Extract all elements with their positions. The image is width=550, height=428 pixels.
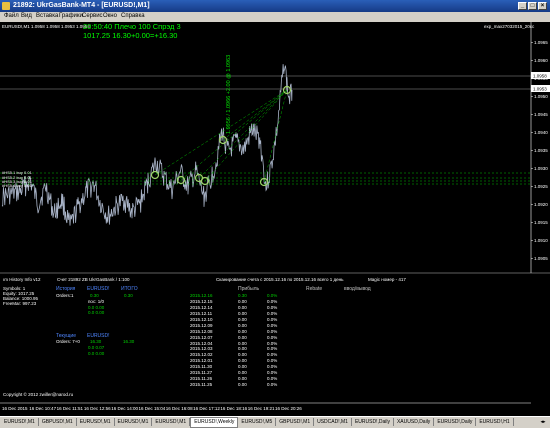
price-tick-label: 1.0935 [534, 148, 548, 153]
time-tick-label: 16 Dec 17:12 [193, 406, 220, 411]
history-orders-total: 0.30 [124, 293, 133, 298]
chart-header: EURUSD!,M1 1.0958 1.0958 1.0953 1.0953 [2, 24, 90, 29]
price-tick-label: 1.0925 [534, 184, 548, 189]
account-info: Счет 21892 ZB UkrGasBank / 1:100 [57, 277, 130, 282]
minimize-button[interactable]: _ [518, 2, 527, 10]
chart-tab[interactable]: EURUSD!,Daily [434, 418, 477, 426]
chart-tab[interactable]: EURUSD!,M1 [152, 418, 191, 426]
price-tick-label: 1.0940 [534, 130, 548, 135]
trade-link-4 [204, 89, 288, 182]
vertical-trade-label: 1.0956 / 1.0966 +2.00 @ 1.0963 [226, 55, 232, 134]
chart-tab[interactable]: EURUSD!,Daily [352, 418, 394, 426]
history-row-profit: 0.00 [238, 382, 247, 388]
price-tick-label: 1.0945 [534, 112, 548, 117]
current-orders-label: Orders: 7+0 [56, 339, 80, 344]
menu-view[interactable]: Вид [21, 13, 32, 19]
trade-link-6 [263, 89, 288, 183]
scan-info: Сканирование счета с 2015.12.16 по 2015.… [216, 277, 344, 282]
history-section-title: История [56, 286, 76, 292]
ask-price-label: 1.0953 [533, 87, 547, 92]
chart-tab[interactable]: EURUSD!,M1 [77, 418, 115, 426]
time-tick-label: 16 Dec 10:47 [29, 406, 56, 411]
history-symbol-header: EURUSD! [87, 286, 110, 292]
price-tick-label: 1.0965 [534, 40, 548, 45]
chart-tab[interactable]: USDCAD!,M1 [314, 418, 352, 426]
time-tick-label: 16 Dec 18:16 [220, 406, 247, 411]
free-margin-value: FreeMar: 997.23 [3, 301, 37, 306]
price-tick-label: 1.0905 [534, 256, 548, 261]
chart-tab[interactable]: XAUUSD,Daily [394, 418, 435, 426]
chart-tab[interactable]: EURUSD!,Weekly [190, 417, 239, 428]
history-sub-label: пос: 1/0 [88, 299, 104, 304]
time-axis: 16 Dec 2015 16 Dec 10:47 16 Dec 11:51 16 De… [2, 406, 302, 411]
spread-info: 20:50:40 Плечо 100 Спрэд 3 [83, 22, 181, 31]
time-tick-label: 16 Dec 2015 [2, 406, 28, 411]
trade-link-3 [198, 89, 288, 179]
profit-info: 1017.25 16.30+0.00=+16.30 [83, 31, 178, 40]
title-bar: 21892: UkrGasBank-MT4 - [EURUSD!,M1] _ □… [0, 0, 550, 12]
io-column-header: ввод/вывод [344, 286, 371, 292]
menu-tools[interactable]: Сервис [82, 13, 103, 19]
price-tick-label: 1.0920 [534, 202, 548, 207]
window-title: 21892: UkrGasBank-MT4 - [EURUSD!,M1] [13, 2, 150, 9]
chart-tab[interactable]: EURUSD!,M1 [1, 418, 39, 426]
chart-tab[interactable]: GBPUSD!,M1 [39, 418, 77, 426]
chart-tab[interactable]: GBPUSD!,M1 [276, 418, 315, 426]
chart-tab[interactable]: EURUSD!,M1 [115, 418, 153, 426]
tab-scroll-arrows[interactable]: ◂▸ [537, 418, 549, 426]
price-tick-label: 1.0915 [534, 220, 548, 225]
time-tick-label: 16 Dec 20:26 [275, 406, 302, 411]
level-label-4: #HS5.4 buy 0.01 [2, 183, 32, 188]
time-tick-label: 16 Dec 14:00 [111, 406, 138, 411]
price-tick-label: 1.0910 [534, 238, 548, 243]
history-indicator-title: ım History Info v12 [3, 277, 41, 282]
menu-window[interactable]: Окно [103, 13, 117, 19]
price-tick-label: 1.0960 [534, 58, 548, 63]
menu-help[interactable]: Справка [121, 13, 145, 19]
current-sub-value-1: 0.0 0.07 [88, 345, 105, 350]
account-summary: Symbols: 1 Equity: 1017.25 Balance: 1000… [3, 286, 38, 306]
history-row-percent: 0.0% [267, 382, 278, 388]
time-tick-label: 16 Dec 15:04 [139, 406, 166, 411]
bid-price-label: 1.0958 [533, 74, 547, 79]
app-icon [2, 2, 10, 10]
copyright-text: Copyright © 2012 zwiller@narod.ru [3, 392, 74, 397]
current-sub-value-2: 0.0 0.00 [88, 351, 105, 356]
menu-file[interactable]: Файл [4, 13, 19, 19]
time-tick-label: 16 Dec 19:21 [248, 406, 275, 411]
current-orders-total: 16.30 [123, 339, 135, 344]
maximize-button[interactable]: □ [528, 2, 537, 10]
history-orders-label: Orders:1 [56, 293, 74, 298]
chart-tab[interactable]: EURUSD!,M5 [238, 418, 277, 426]
history-total-header: ИТОГО [121, 286, 138, 292]
time-tick-label: 16 Dec 11:51 [57, 406, 84, 411]
menu-charts[interactable]: Графики [59, 13, 83, 19]
expert-label: exp_max27032015_20cc [484, 24, 535, 29]
chart-window[interactable]: 1.0956 / 1.0966 +2.00 @ 1.0963 1.0965 1.0… [0, 22, 550, 416]
price-tick-label: 1.0930 [534, 166, 548, 171]
history-row-date: 2015.11.25 [190, 382, 213, 388]
price-series-line [1, 64, 293, 226]
menu-insert[interactable]: Вставка [36, 13, 58, 19]
rebate-column-header: Rebate [306, 286, 323, 292]
time-tick-label: 16 Dec 12:56 [84, 406, 111, 411]
profit-column-header: Прибыль [238, 286, 260, 292]
chart-tab[interactable]: EURUSD!,H1 [476, 418, 514, 426]
chart-tabs-bar: EURUSD!,M1 GBPUSD!,M1 EURUSD!,M1 EURUSD!,M1… [0, 416, 550, 428]
price-tick-label: 1.0950 [534, 94, 548, 99]
time-tick-label: 16 Dec 16:08 [166, 406, 193, 411]
current-orders-value: 16.30 [90, 339, 102, 344]
close-button[interactable]: × [538, 2, 547, 10]
history-sub-value-2: 0.0 0.00 [88, 310, 105, 315]
magic-info: Magic номер - 417 [368, 277, 406, 282]
history-orders-value: 0.30 [90, 293, 99, 298]
